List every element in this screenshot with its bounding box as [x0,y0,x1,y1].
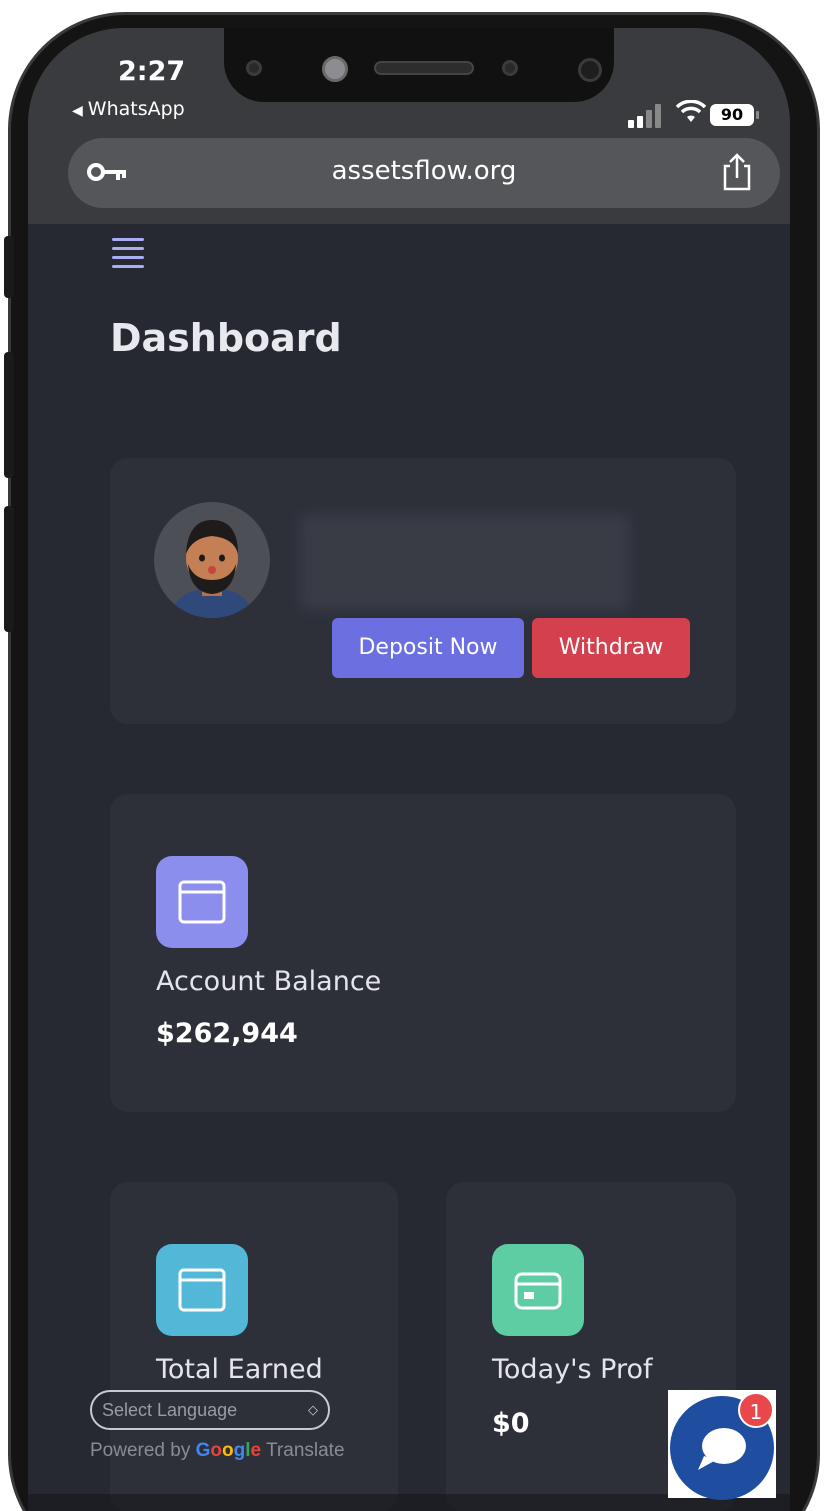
back-app-label: WhatsApp [87,98,185,120]
phone-volume-down [4,506,14,632]
sensor-dot [578,58,602,82]
deposit-now-button[interactable]: Deposit Now [332,618,524,678]
todays-profit-label: Today's Prof [492,1354,653,1385]
wallet-icon [156,856,248,948]
total-earned-label: Total Earned [156,1354,323,1385]
wifi-icon [675,99,707,130]
battery-indicator: 90 [710,104,759,126]
signal-bar [637,116,643,128]
account-balance-card: Account Balance $262,944 [110,794,736,1112]
phone-mute-switch [4,236,14,298]
status-time: 2:27 [118,56,186,87]
select-arrows-icon: ◇ [308,1402,318,1417]
signal-bar [628,120,634,128]
phone-volume-up [4,352,14,478]
browser-toolbar: assetsflow.org [28,138,790,224]
address-bar[interactable]: assetsflow.org [68,138,780,208]
hamburger-menu-icon[interactable] [112,238,144,268]
blurred-username [300,514,630,610]
translate-label: Translate [266,1440,345,1461]
page-title: Dashboard [110,316,342,360]
sensor-dot [246,60,262,76]
share-icon[interactable] [720,152,754,192]
signal-bar [655,104,661,128]
credit-card-icon [492,1244,584,1336]
todays-profit-value: $0 [492,1408,530,1439]
language-select[interactable]: Select Language ◇ [90,1390,330,1430]
wallet-icon [156,1244,248,1336]
status-bar: 2:27 ◀ WhatsApp 90 [28,28,790,138]
powered-by-google-translate: Powered by Google Translate [90,1440,345,1462]
language-select-placeholder: Select Language [102,1400,238,1420]
signal-bar [646,110,652,128]
dashboard-page: Dashboard Deposit Now Withdraw Account B… [28,224,790,1511]
withdraw-button[interactable]: Withdraw [532,618,690,678]
powered-by-label: Powered by [90,1440,191,1461]
account-balance-value: $262,944 [156,1018,298,1049]
sensor-dot [322,56,348,82]
back-triangle-icon: ◀ [72,103,83,119]
back-to-app-link[interactable]: ◀ WhatsApp [72,98,185,120]
phone-screen: 2:27 ◀ WhatsApp 90 assetsflow.org Dashbo… [28,28,790,1511]
chat-notification-badge: 1 [738,1392,774,1428]
account-balance-label: Account Balance [156,966,382,997]
google-translate-widget: Select Language ◇ Powered by Google Tran… [90,1390,390,1470]
avatar[interactable] [154,502,270,618]
live-chat-widget[interactable]: 1 [668,1390,776,1500]
front-camera [502,60,518,76]
profile-card: Deposit Now Withdraw [110,458,736,724]
url-text: assetsflow.org [331,156,517,186]
speaker-grille [374,61,474,75]
google-logo: Google [195,1440,262,1461]
